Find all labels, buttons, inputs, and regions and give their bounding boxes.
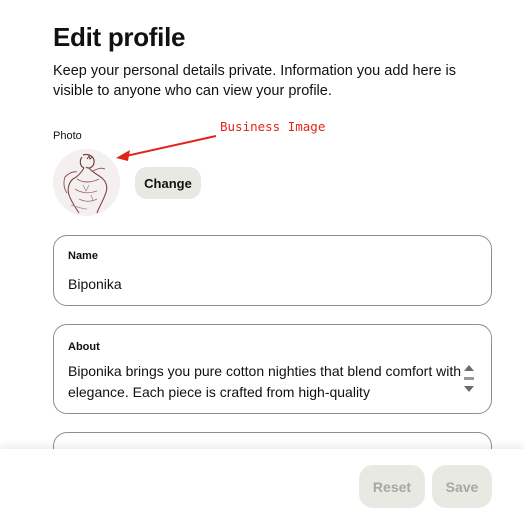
scroll-up-icon[interactable] bbox=[464, 365, 474, 371]
save-button[interactable]: Save bbox=[432, 465, 492, 508]
photo-label: Photo bbox=[53, 130, 82, 142]
reset-button[interactable]: Reset bbox=[359, 465, 425, 508]
annotation-label: Business Image bbox=[220, 119, 326, 134]
name-input[interactable]: Biponika bbox=[68, 276, 122, 292]
page-title: Edit profile bbox=[53, 22, 186, 52]
change-photo-button[interactable]: Change bbox=[135, 167, 201, 199]
scroll-down-icon[interactable] bbox=[464, 386, 474, 392]
name-field[interactable]: Name Biponika bbox=[53, 235, 492, 306]
scroll-thumb[interactable] bbox=[464, 377, 474, 380]
about-field[interactable]: About Biponika brings you pure cotton ni… bbox=[53, 324, 492, 414]
footer-bar: Reset Save bbox=[0, 449, 525, 515]
page-description: Keep your personal details private. Info… bbox=[53, 63, 457, 99]
avatar[interactable] bbox=[53, 149, 120, 216]
name-label: Name bbox=[68, 250, 98, 262]
textarea-scrollbar[interactable] bbox=[464, 365, 474, 395]
about-textarea[interactable]: Biponika brings you pure cotton nighties… bbox=[68, 361, 464, 403]
about-label: About bbox=[68, 341, 100, 353]
profile-photo-sketch-icon bbox=[53, 149, 120, 216]
